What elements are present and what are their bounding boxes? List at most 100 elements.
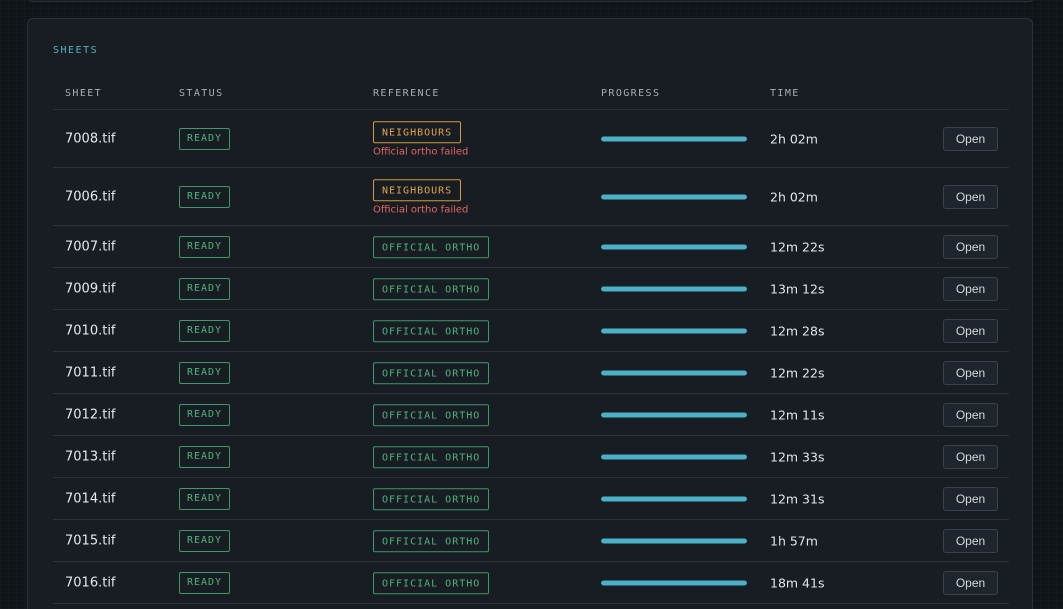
status-badge: READY	[179, 235, 230, 258]
progress-bar	[601, 136, 747, 141]
reference-badge: OFFICIAL ORTHO	[373, 320, 490, 343]
reference-cell: OFFICIAL ORTHO	[373, 571, 490, 595]
open-button[interactable]: Open	[943, 318, 998, 343]
reference-cell: NEIGHBOURS Official ortho failed	[373, 178, 469, 216]
table-row: 7012.tif READY OFFICIAL ORTHO 12m 11s Op…	[53, 394, 1009, 436]
sheet-name: 7009.tif	[65, 281, 116, 296]
column-header-sheet: SHEET	[65, 88, 103, 99]
sheet-name: 7015.tif	[65, 533, 116, 548]
status-badge: READY	[179, 529, 230, 552]
elapsed-time: 18m 41s	[770, 575, 825, 590]
elapsed-time: 12m 33s	[770, 449, 825, 464]
reference-cell: OFFICIAL ORTHO	[373, 277, 490, 301]
open-button[interactable]: Open	[943, 444, 998, 469]
sheet-name: 7013.tif	[65, 449, 116, 464]
table-header: SHEET STATUS REFERENCE PROGRESS TIME	[53, 79, 1009, 110]
status-badge: READY	[179, 571, 230, 594]
progress-fill	[601, 328, 747, 333]
reference-note: Official ortho failed	[373, 146, 469, 158]
progress-bar	[601, 328, 747, 333]
reference-cell: OFFICIAL ORTHO	[373, 403, 490, 427]
sheet-name: 7010.tif	[65, 323, 116, 338]
table-row: 7008.tif READY NEIGHBOURS Official ortho…	[53, 110, 1009, 168]
progress-bar	[601, 286, 747, 291]
status-badge: READY	[179, 127, 230, 150]
open-button[interactable]: Open	[943, 276, 998, 301]
sheets-table: SHEET STATUS REFERENCE PROGRESS TIME 700…	[53, 79, 1009, 604]
progress-fill	[601, 496, 747, 501]
status-badge: READY	[179, 487, 230, 510]
sheet-name: 7008.tif	[65, 131, 116, 146]
reference-badge: OFFICIAL ORTHO	[373, 488, 490, 511]
elapsed-time: 12m 28s	[770, 323, 825, 338]
sheet-name: 7012.tif	[65, 407, 116, 422]
progress-bar	[601, 496, 747, 501]
column-header-status: STATUS	[179, 88, 224, 99]
table-row: 7006.tif READY NEIGHBOURS Official ortho…	[53, 168, 1009, 226]
table-row: 7016.tif READY OFFICIAL ORTHO 18m 41s Op…	[53, 562, 1009, 604]
reference-badge: NEIGHBOURS	[373, 179, 462, 202]
open-button[interactable]: Open	[943, 402, 998, 427]
progress-bar	[601, 370, 747, 375]
progress-fill	[601, 454, 747, 459]
column-header-reference: REFERENCE	[373, 88, 440, 99]
reference-cell: OFFICIAL ORTHO	[373, 529, 490, 553]
progress-fill	[601, 244, 747, 249]
status-badge: READY	[179, 319, 230, 342]
reference-badge: OFFICIAL ORTHO	[373, 530, 490, 553]
table-row: 7014.tif READY OFFICIAL ORTHO 12m 31s Op…	[53, 478, 1009, 520]
table-row: 7013.tif READY OFFICIAL ORTHO 12m 33s Op…	[53, 436, 1009, 478]
table-row: 7010.tif READY OFFICIAL ORTHO 12m 28s Op…	[53, 310, 1009, 352]
table-row: 7015.tif READY OFFICIAL ORTHO 1h 57m Ope…	[53, 520, 1009, 562]
reference-cell: OFFICIAL ORTHO	[373, 487, 490, 511]
elapsed-time: 2h 02m	[770, 189, 818, 204]
open-button[interactable]: Open	[943, 234, 998, 259]
progress-fill	[601, 194, 747, 199]
status-badge: READY	[179, 185, 230, 208]
progress-bar	[601, 194, 747, 199]
progress-fill	[601, 538, 747, 543]
reference-cell: NEIGHBOURS Official ortho failed	[373, 120, 469, 158]
table-body: 7008.tif READY NEIGHBOURS Official ortho…	[53, 110, 1009, 604]
open-button[interactable]: Open	[943, 126, 998, 151]
table-row: 7009.tif READY OFFICIAL ORTHO 13m 12s Op…	[53, 268, 1009, 310]
elapsed-time: 12m 31s	[770, 491, 825, 506]
section-title: SHEETS	[53, 45, 99, 56]
progress-bar	[601, 412, 747, 417]
sheet-name: 7011.tif	[65, 365, 116, 380]
elapsed-time: 2h 02m	[770, 131, 818, 146]
open-button[interactable]: Open	[943, 184, 998, 209]
reference-cell: OFFICIAL ORTHO	[373, 319, 490, 343]
sheet-name: 7014.tif	[65, 491, 116, 506]
status-badge: READY	[179, 277, 230, 300]
progress-fill	[601, 412, 747, 417]
open-button[interactable]: Open	[943, 360, 998, 385]
status-badge: READY	[179, 361, 230, 384]
open-button[interactable]: Open	[943, 570, 998, 595]
progress-bar	[601, 538, 747, 543]
reference-badge: OFFICIAL ORTHO	[373, 404, 490, 427]
progress-bar	[601, 580, 747, 585]
progress-bar	[601, 454, 747, 459]
progress-fill	[601, 286, 747, 291]
reference-badge: NEIGHBOURS	[373, 121, 462, 144]
reference-badge: OFFICIAL ORTHO	[373, 362, 490, 385]
elapsed-time: 1h 57m	[770, 533, 818, 548]
previous-panel	[27, 0, 1035, 2]
open-button[interactable]: Open	[943, 528, 998, 553]
open-button[interactable]: Open	[943, 486, 998, 511]
status-badge: READY	[179, 403, 230, 426]
progress-fill	[601, 580, 747, 585]
elapsed-time: 12m 11s	[770, 407, 825, 422]
column-header-time: TIME	[770, 88, 800, 99]
table-row: 7011.tif READY OFFICIAL ORTHO 12m 22s Op…	[53, 352, 1009, 394]
reference-badge: OFFICIAL ORTHO	[373, 446, 490, 469]
reference-note: Official ortho failed	[373, 204, 469, 216]
sheets-panel: SHEETS SHEET STATUS REFERENCE PROGRESS T…	[27, 18, 1033, 609]
elapsed-time: 13m 12s	[770, 281, 825, 296]
sheet-name: 7006.tif	[65, 189, 116, 204]
reference-badge: OFFICIAL ORTHO	[373, 236, 490, 259]
table-row: 7007.tif READY OFFICIAL ORTHO 12m 22s Op…	[53, 226, 1009, 268]
status-badge: READY	[179, 445, 230, 468]
sheet-name: 7007.tif	[65, 239, 116, 254]
